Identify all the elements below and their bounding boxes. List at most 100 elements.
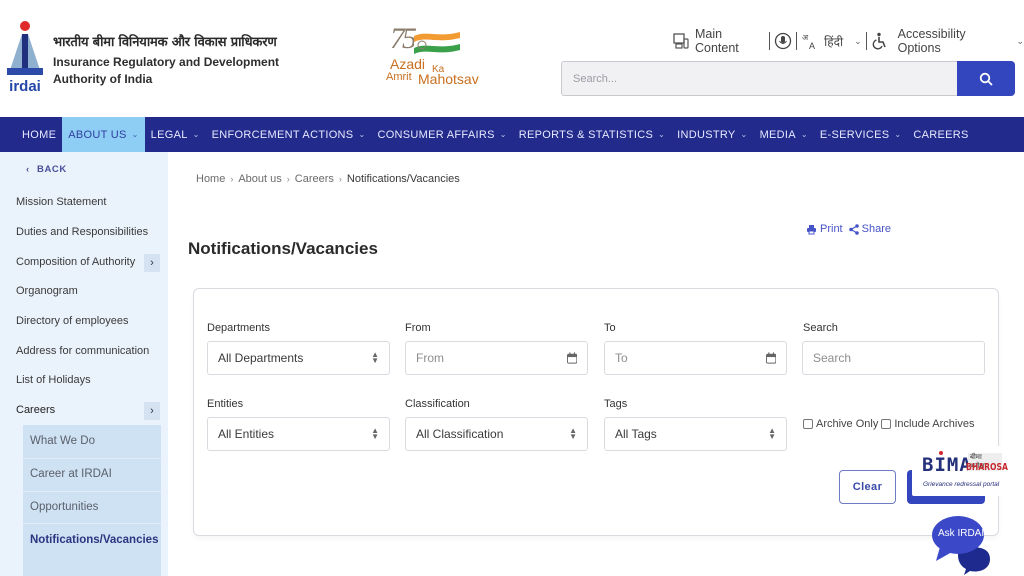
breadcrumb: Home › About us › Careers › Notification… [196,173,460,185]
search-filter-input[interactable] [802,341,985,375]
org-name-english-line1: Insurance Regulatory and Development [53,55,280,69]
language-label: हिंदी [824,34,844,49]
svg-text:irdai: irdai [9,78,41,92]
chevron-right-icon: › [338,174,342,184]
back-link[interactable]: ‹ BACK [26,164,67,175]
entities-value: All Entities [218,427,275,441]
clear-button[interactable]: Clear [839,470,896,504]
share-icon [848,223,859,235]
nav-item-industry[interactable]: INDUSTRY ⌄ [671,117,753,152]
irdai-logo[interactable]: irdai [5,18,45,92]
breadcrumb-careers[interactable]: Careers [295,173,334,185]
select-arrows-icon: ▲ ▼ [768,426,776,441]
sidebar-item-duties[interactable]: Duties and Responsibilities [16,226,148,238]
site-search-input[interactable] [561,61,957,96]
nav-item-legal[interactable]: LEGAL ⌄ [145,117,206,152]
classification-label: Classification [405,398,470,410]
screen-reader-button[interactable] [774,32,792,50]
sidebar-item-careers[interactable]: Careers [16,404,55,416]
chevron-down-icon: ⌄ [658,130,666,139]
from-date-field[interactable] [416,351,567,365]
divider [865,32,867,50]
bima-logo-text: BIMA [922,454,972,476]
sidebar-item-organogram[interactable]: Organogram [16,285,78,297]
nav-item-label: CONSUMER AFFAIRS [377,128,495,141]
nav-item-label: CAREERS [913,128,969,141]
ask-irdai-chat-button[interactable]: Ask IRDAI [930,515,994,575]
nav-item-label: ABOUT US [68,128,127,141]
chevron-down-icon: ⌄ [740,130,748,139]
chevron-down-icon: ⌄ [192,130,200,139]
nav-item-e-services[interactable]: E-SERVICES ⌄ [814,117,907,152]
classification-select[interactable]: All Classification ▲ ▼ [405,417,588,451]
site-search [561,61,1015,96]
tags-value: All Tags [615,427,657,441]
bima-bharosa-widget[interactable]: BIMA बीमा भरोसा BHAROSA Grievance redres… [912,446,1008,496]
divider [23,523,161,524]
nav-item-media[interactable]: MEDIA ⌄ [754,117,814,152]
chevron-down-icon: ⌄ [499,130,507,139]
svg-text:अ: अ [802,33,809,42]
submenu-item-opportunities[interactable]: Opportunities [30,501,160,513]
site-search-button[interactable] [957,61,1015,96]
entities-select[interactable]: All Entities ▲ ▼ [207,417,390,451]
nav-item-careers[interactable]: CAREERS [907,117,974,152]
nav-item-reports-statistics[interactable]: REPORTS & STATISTICS ⌄ [513,117,671,152]
sidebar-item-holidays[interactable]: List of Holidays [16,374,91,386]
main-content-label: Main Content [695,27,739,55]
select-arrows-icon: ▲ ▼ [569,426,577,441]
nav-item-label: E-SERVICES [819,128,890,141]
sidebar-item-directory[interactable]: Directory of employees [16,315,129,327]
ask-irdai-label: Ask IRDAI [938,528,985,539]
breadcrumb-current: Notifications/Vacancies [346,173,460,185]
departments-select[interactable]: All Departments ▲ ▼ [207,341,390,375]
sidebar-item-address[interactable]: Address for communication [16,345,149,357]
nav-item-consumer-affairs[interactable]: CONSUMER AFFAIRS ⌄ [371,117,512,152]
nav-item-about-us[interactable]: ABOUT US ⌄ [62,117,145,152]
search-label: Search [803,322,838,334]
to-date-field[interactable] [615,351,766,365]
search-filter-field[interactable] [813,351,974,365]
submenu-item-what-we-do[interactable]: What We Do [30,435,160,447]
print-button[interactable]: Print [806,223,843,235]
chevron-right-icon: › [150,257,154,269]
nav-item-home[interactable]: HOME [16,117,62,152]
calendar-icon [765,352,776,364]
accessibility-options[interactable]: Accessibility Options ⌄ [871,27,1024,55]
azadi-ka-amrit-mahotsav-logo: 75 Azadi Ka Amrit Mahotsav [384,22,484,92]
chevron-down-icon: ⌄ [894,130,902,139]
page-title: Notifications/Vacancies [188,239,378,258]
share-button[interactable]: Share [848,223,891,235]
submenu-item-career-at-irdai[interactable]: Career at IRDAI [30,468,160,480]
org-name-hindi: भारतीय बीमा विनियामक और विकास प्राधिकरण [53,35,277,50]
divider [796,32,798,50]
site-header: irdai भारतीय बीमा विनियामक और विकास प्रा… [0,0,1024,117]
breadcrumb-about-us[interactable]: About us [238,173,281,185]
language-selector[interactable]: अA हिंदी ⌄ [801,32,862,50]
from-date-input[interactable] [405,341,588,375]
breadcrumb-home[interactable]: Home [196,173,225,185]
select-arrows-icon: ▲ ▼ [371,350,379,365]
nav-item-enforcement-actions[interactable]: ENFORCEMENT ACTIONS ⌄ [206,117,372,152]
composition-expand-button[interactable]: › [144,254,160,272]
chevron-right-icon: › [286,174,290,184]
aka-mahotsav: Mahotsav [418,71,479,87]
careers-expand-button[interactable]: › [144,402,160,420]
to-date-input[interactable] [604,341,787,375]
checkbox-icon[interactable] [803,419,813,429]
bima-bharosa-text: BHAROSA [966,462,1008,473]
archive-options: Archive Only Include Archives [803,418,974,430]
include-archives-checkbox[interactable]: Include Archives [881,418,974,430]
include-archives-label: Include Archives [894,418,975,430]
tags-select[interactable]: All Tags ▲ ▼ [604,417,787,451]
archive-only-checkbox[interactable]: Archive Only [803,418,878,430]
chevron-down-icon: ⌄ [800,130,808,139]
checkbox-icon[interactable] [881,419,892,429]
submenu-item-notifications-vacancies[interactable]: Notifications/Vacancies [30,532,160,548]
select-arrows-icon: ▲ ▼ [371,426,379,441]
main-content-link[interactable]: Main Content [672,27,765,55]
accessibility-label: Accessibility Options [897,27,966,55]
sidebar-item-mission-statement[interactable]: Mission Statement [16,196,106,208]
sidebar-item-composition[interactable]: Composition of Authority [16,256,135,268]
nav-item-label: INDUSTRY [677,128,736,141]
